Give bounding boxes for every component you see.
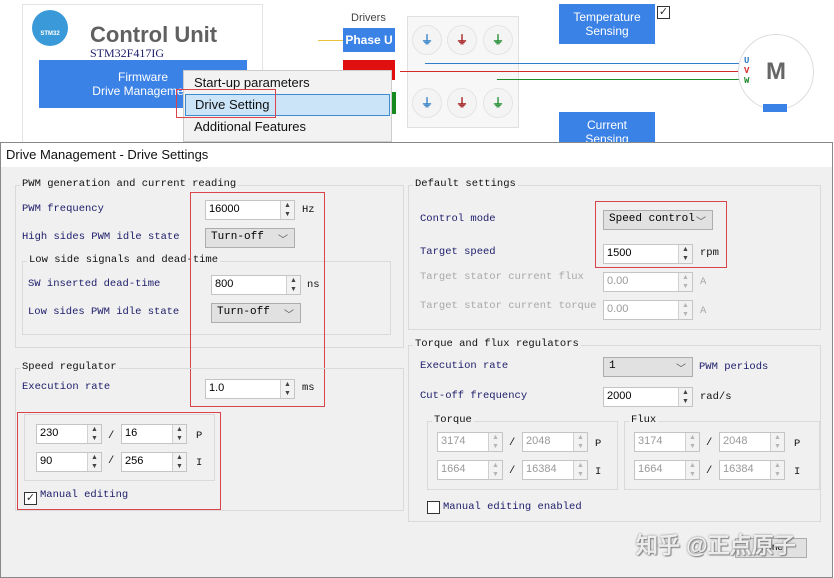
cutoff-frequency-spinbox[interactable]: 2000 ▲ ▼: [603, 387, 693, 407]
speed-exec-rate-label: Execution rate: [22, 381, 111, 393]
target-flux-spinbox[interactable]: 0.00 ▲ ▼: [603, 272, 693, 292]
control-mode-highlight: [595, 201, 727, 268]
menu-item-additional-features[interactable]: Additional Features: [194, 119, 306, 134]
torque-kp-denominator[interactable]: 2048 ▲ ▼: [522, 432, 588, 452]
switch-v-high-icon: ⏚: [447, 25, 477, 55]
target-torque-unit: A: [700, 305, 707, 317]
spin-arrows-icon[interactable]: ▲ ▼: [678, 273, 692, 291]
switch-u-low-icon: ⏚: [412, 88, 442, 118]
current-sensing-box[interactable]: Current Sensing: [559, 112, 655, 146]
spin-arrows-icon[interactable]: ▲ ▼: [685, 433, 699, 451]
mcu-name: STM32F417IG: [90, 46, 165, 60]
drive-setting-highlight: [176, 89, 276, 118]
spin-arrows-icon[interactable]: ▲ ▼: [488, 461, 502, 479]
temperature-sensing-box[interactable]: Temperature Sensing: [559, 4, 655, 44]
stm32-logo: STM32: [32, 10, 68, 46]
torque-ki-denominator[interactable]: 16384 ▲ ▼: [522, 460, 588, 480]
spin-arrows-icon[interactable]: ▲ ▼: [573, 433, 587, 451]
spin-arrows-icon[interactable]: ▲ ▼: [280, 380, 294, 398]
phase-u-box[interactable]: Phase U: [343, 28, 395, 52]
wire-w: [497, 79, 740, 80]
dialog-title-bar: Drive Management - Drive Settings: [1, 143, 832, 167]
yellow-wire: [318, 40, 343, 41]
tf-exec-rate-select[interactable]: 1 ﹀: [603, 357, 693, 377]
torque-ki-numerator[interactable]: 1664 ▲ ▼: [437, 460, 503, 480]
motor-u-label: U: [744, 56, 750, 66]
temperature-sensing-checkbox[interactable]: ✓: [657, 6, 670, 19]
manual-editing-enabled-label[interactable]: Manual editing enabled: [443, 501, 582, 513]
i-label: I: [595, 466, 602, 478]
dead-time-label: SW inserted dead-time: [28, 278, 161, 290]
spin-arrows-icon[interactable]: ▲ ▼: [770, 433, 784, 451]
target-flux-unit: A: [700, 276, 707, 288]
default-settings-title: Default settings: [413, 178, 518, 190]
flux-kp-numerator[interactable]: 3174 ▲ ▼: [634, 432, 700, 452]
p-label: P: [595, 438, 602, 450]
pwm-group-title: PWM generation and current reading: [20, 178, 239, 190]
i-label: I: [794, 466, 801, 478]
target-flux-label: Target stator current flux: [420, 271, 584, 283]
control-unit-title: Control Unit: [90, 22, 218, 47]
motor-w-label: W: [744, 76, 750, 86]
switch-w-low-icon: ⏚: [483, 88, 513, 118]
dialog-title: Drive Management - Drive Settings: [6, 147, 209, 162]
target-torque-label: Target stator current torque: [420, 300, 597, 312]
torque-kp-numerator[interactable]: 3174 ▲ ▼: [437, 432, 503, 452]
motor-v-label: V: [744, 66, 750, 76]
target-torque-spinbox[interactable]: 0.00 ▲ ▼: [603, 300, 693, 320]
torque-gains-title: Torque: [432, 414, 474, 426]
switch-u-high-icon: ⏚: [412, 25, 442, 55]
slash: /: [706, 465, 713, 477]
tf-exec-rate-label: Execution rate: [420, 360, 509, 372]
watermark: 知乎 @正点原子: [636, 533, 796, 558]
wire-u: [425, 63, 740, 64]
flux-ki-denominator[interactable]: 16384 ▲ ▼: [719, 460, 785, 480]
speed-exec-rate-unit: ms: [302, 382, 315, 394]
speed-gains-highlight: [17, 412, 221, 510]
switch-w-high-icon: ⏚: [483, 25, 513, 55]
control-mode-label: Control mode: [420, 213, 496, 225]
flux-gains-title: Flux: [629, 414, 659, 426]
slash: /: [509, 465, 516, 477]
torque-flux-title: Torque and flux regulators: [413, 338, 581, 350]
speed-exec-rate-spinbox[interactable]: 1.0 ▲ ▼: [205, 379, 295, 399]
cutoff-frequency-label: Cut-off frequency: [420, 390, 528, 402]
slash: /: [509, 437, 516, 449]
speed-regulator-title: Speed regulator: [20, 361, 119, 373]
spin-arrows-icon[interactable]: ▲ ▼: [770, 461, 784, 479]
flux-ki-numerator[interactable]: 1664 ▲ ▼: [634, 460, 700, 480]
pwm-frequency-label: PWM frequency: [22, 203, 104, 215]
manual-editing-enabled-checkbox[interactable]: [427, 501, 440, 514]
p-label: P: [794, 438, 801, 450]
spin-arrows-icon[interactable]: ▲ ▼: [488, 433, 502, 451]
slash: /: [706, 437, 713, 449]
spin-arrows-icon[interactable]: ▲ ▼: [685, 461, 699, 479]
drivers-label: Drivers: [351, 12, 386, 24]
spin-arrows-icon[interactable]: ▲ ▼: [678, 301, 692, 319]
low-sides-idle-label: Low sides PWM idle state: [28, 306, 180, 318]
chevron-down-icon: ﹀: [676, 365, 686, 376]
spin-arrows-icon[interactable]: ▲ ▼: [678, 388, 692, 406]
high-sides-idle-label: High sides PWM idle state: [22, 231, 180, 243]
tf-exec-rate-unit: PWM periods: [699, 361, 769, 373]
cutoff-frequency-unit: rad/s: [700, 391, 732, 403]
spin-arrows-icon[interactable]: ▲ ▼: [573, 461, 587, 479]
switch-v-low-icon: ⏚: [447, 88, 477, 118]
motor-encoder: [763, 104, 787, 112]
flux-kp-denominator[interactable]: 2048 ▲ ▼: [719, 432, 785, 452]
target-speed-label: Target speed: [420, 246, 496, 258]
wire-v: [400, 71, 740, 72]
menu-item-startup-parameters[interactable]: Start-up parameters: [194, 75, 310, 90]
